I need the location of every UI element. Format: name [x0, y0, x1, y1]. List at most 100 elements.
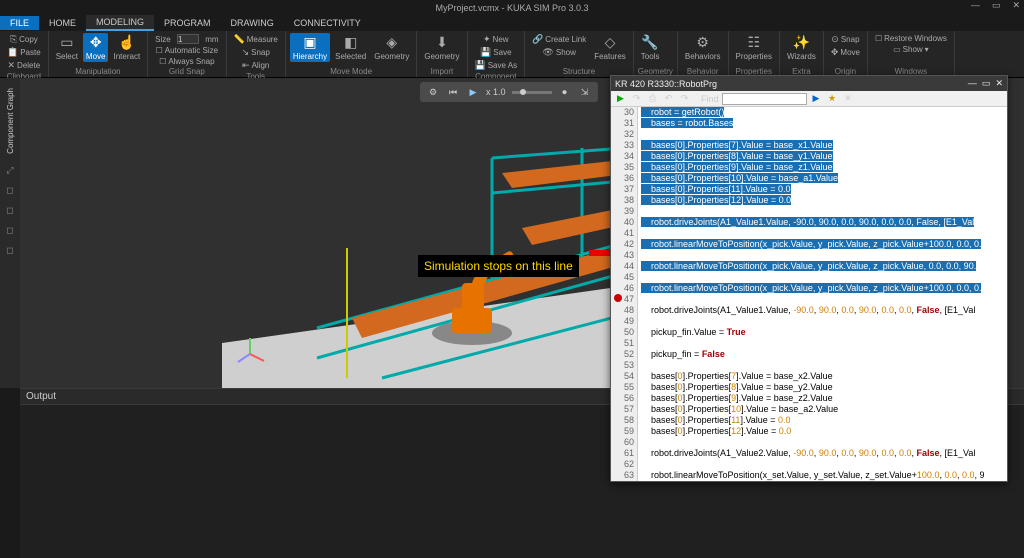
always-snap-check[interactable]: ☐Always Snap — [152, 56, 221, 67]
annotation-callout: Simulation stops on this line — [418, 255, 579, 277]
step-icon[interactable]: ↷ — [630, 92, 643, 105]
sim-settings-icon[interactable]: ⚙ — [426, 85, 440, 99]
auto-size-check[interactable]: ☐Automatic Size — [152, 45, 221, 56]
redo-icon[interactable]: ↷ — [678, 92, 691, 105]
app-title: MyProject.vcmx - KUKA SIM Pro 3.0.3 — [435, 3, 588, 13]
interact-button[interactable]: ☝Interact — [110, 33, 143, 62]
import-geometry-button[interactable]: ⬇Geometry — [421, 33, 462, 62]
size-input[interactable] — [177, 34, 199, 44]
tab-modeling[interactable]: MODELING — [86, 15, 154, 31]
hierarchy-button[interactable]: ▣Hierarchy — [290, 33, 330, 62]
behaviors-button[interactable]: ⚙Behaviors — [682, 33, 724, 62]
code-close-icon[interactable]: ✕ — [995, 78, 1003, 88]
view-tool-4[interactable]: ◻ — [3, 224, 17, 238]
find-label: Find — [701, 94, 719, 104]
comp-save-button[interactable]: 💾Save — [472, 46, 521, 59]
code-window-titlebar[interactable]: KR 420 R3330::RobotPrg — ▭ ✕ — [611, 76, 1007, 91]
left-toolstrip: Component Graph ⤢ ◻ ◻ ◻ ◻ — [0, 78, 20, 388]
view-tool-1[interactable]: ⤢ — [3, 164, 17, 178]
link-icon: 🔗 — [532, 34, 543, 45]
sim-record-icon[interactable]: ⏺ — [558, 85, 572, 99]
align-icon: ⇤ — [242, 60, 250, 71]
features-button[interactable]: ◇Features — [591, 33, 629, 62]
paste-icon: 📋 — [7, 47, 18, 58]
clear-icon[interactable]: ✕ — [842, 92, 855, 105]
view-tool-2[interactable]: ◻ — [3, 184, 17, 198]
code-min-icon[interactable]: — — [968, 78, 977, 88]
checkbox-icon: ☐ — [159, 57, 166, 66]
bookmark-icon[interactable]: ★ — [826, 92, 839, 105]
checkbox-icon: ☐ — [875, 34, 882, 43]
import-icon: ⬇ — [436, 34, 448, 51]
find-input[interactable] — [722, 93, 807, 105]
origin-move-button[interactable]: ✥Move — [828, 46, 863, 59]
sim-play-icon[interactable]: ▶ — [466, 85, 480, 99]
save-icon: 💾 — [480, 47, 491, 58]
selected-button[interactable]: ◧Selected — [332, 33, 369, 62]
component-graph-tab[interactable]: Component Graph — [4, 84, 17, 158]
sim-speed-label: x 1.0 — [486, 87, 506, 97]
select-button[interactable]: ▭Select — [53, 33, 81, 62]
tab-program[interactable]: PROGRAM — [154, 16, 221, 30]
delete-icon: ✕ — [8, 60, 16, 71]
createlink-button[interactable]: 🔗Create Link — [529, 33, 589, 46]
comp-new-button[interactable]: ✦New — [472, 33, 521, 46]
svg-text:F: F — [265, 359, 271, 369]
wrench-icon: 🔧 — [641, 34, 658, 51]
code-window-title: KR 420 R3330::RobotPrg — [615, 79, 717, 89]
geom-icon: ◈ — [386, 34, 397, 51]
geo-tools-button[interactable]: 🔧Tools — [638, 33, 663, 62]
undo-icon[interactable]: ↶ — [662, 92, 675, 105]
window-icon: ▭ — [893, 45, 901, 54]
snap-button[interactable]: ↘Snap — [231, 46, 281, 59]
tab-file[interactable]: FILE — [0, 16, 39, 30]
close-icon[interactable]: ✕ — [1012, 0, 1020, 11]
copy-button[interactable]: ⎘Copy — [4, 33, 44, 46]
gear-icon: ⚙ — [696, 34, 709, 51]
group-movemode-label: Move Mode — [290, 67, 413, 76]
ruler-icon: 📏 — [234, 34, 245, 45]
move-icon: ✥ — [831, 47, 839, 58]
code-editor-window[interactable]: KR 420 R3330::RobotPrg — ▭ ✕ ▶ ↷ ⎙ ↶ ↷ F… — [610, 75, 1008, 482]
tab-home[interactable]: HOME — [39, 16, 86, 30]
sim-export-icon[interactable]: ⇲ — [578, 85, 592, 99]
size-field[interactable]: Size mm — [152, 33, 221, 45]
run-icon[interactable]: ▶ — [614, 92, 627, 105]
restore-windows-button[interactable]: ☐Restore Windows — [872, 33, 950, 44]
comp-saveas-button[interactable]: 💾Save As — [472, 59, 521, 72]
paste-button[interactable]: 📋Paste — [4, 46, 44, 59]
show-button[interactable]: 👁Show — [529, 46, 589, 59]
measure-button[interactable]: 📏Measure — [231, 33, 281, 46]
hand-icon: ☝ — [118, 34, 135, 51]
maximize-icon[interactable]: ▭ — [992, 0, 1001, 11]
code-body[interactable]: 3031323334353637383940414243444546474849… — [611, 107, 1007, 481]
delete-button[interactable]: ✕Delete — [4, 59, 44, 72]
view-tool-5[interactable]: ◻ — [3, 244, 17, 258]
copy-icon: ⎘ — [10, 34, 17, 45]
feature-icon: ◇ — [605, 34, 616, 51]
show-menu-button[interactable]: ▭Show ▾ — [872, 44, 950, 55]
tab-drawing[interactable]: DRAWING — [221, 16, 284, 30]
align-button[interactable]: ⇤Align — [231, 59, 281, 72]
code-toolbar: ▶ ↷ ⎙ ↶ ↷ Find ▶ ★ ✕ — [611, 91, 1007, 107]
titlebar: MyProject.vcmx - KUKA SIM Pro 3.0.3 — ▭ … — [0, 0, 1024, 15]
compile-icon[interactable]: ⎙ — [646, 92, 659, 105]
group-manip-label: Manipulation — [53, 67, 143, 76]
tab-connectivity[interactable]: CONNECTIVITY — [284, 16, 371, 30]
selected-icon: ◧ — [344, 34, 357, 51]
sim-reset-icon[interactable]: ⏮ — [446, 85, 460, 99]
move-button[interactable]: ✥Move — [83, 33, 109, 62]
wizards-button[interactable]: ✨Wizards — [784, 33, 819, 62]
find-next-icon[interactable]: ▶ — [810, 92, 823, 105]
view-tool-3[interactable]: ◻ — [3, 204, 17, 218]
simulation-controls: ⚙ ⏮ ▶ x 1.0 ⏺ ⇲ — [420, 82, 598, 102]
properties-button[interactable]: ☷Properties — [733, 33, 775, 62]
sim-speed-slider[interactable] — [512, 91, 552, 94]
hierarchy-icon: ▣ — [303, 34, 316, 51]
geometry-mmode-button[interactable]: ◈Geometry — [371, 33, 412, 62]
origin-snap-button[interactable]: ⊙Snap — [828, 33, 863, 46]
code-max-icon[interactable]: ▭ — [982, 78, 991, 88]
svg-text:R: R — [232, 359, 239, 369]
eye-icon: 👁 — [542, 47, 553, 58]
minimize-icon[interactable]: — — [971, 0, 980, 11]
